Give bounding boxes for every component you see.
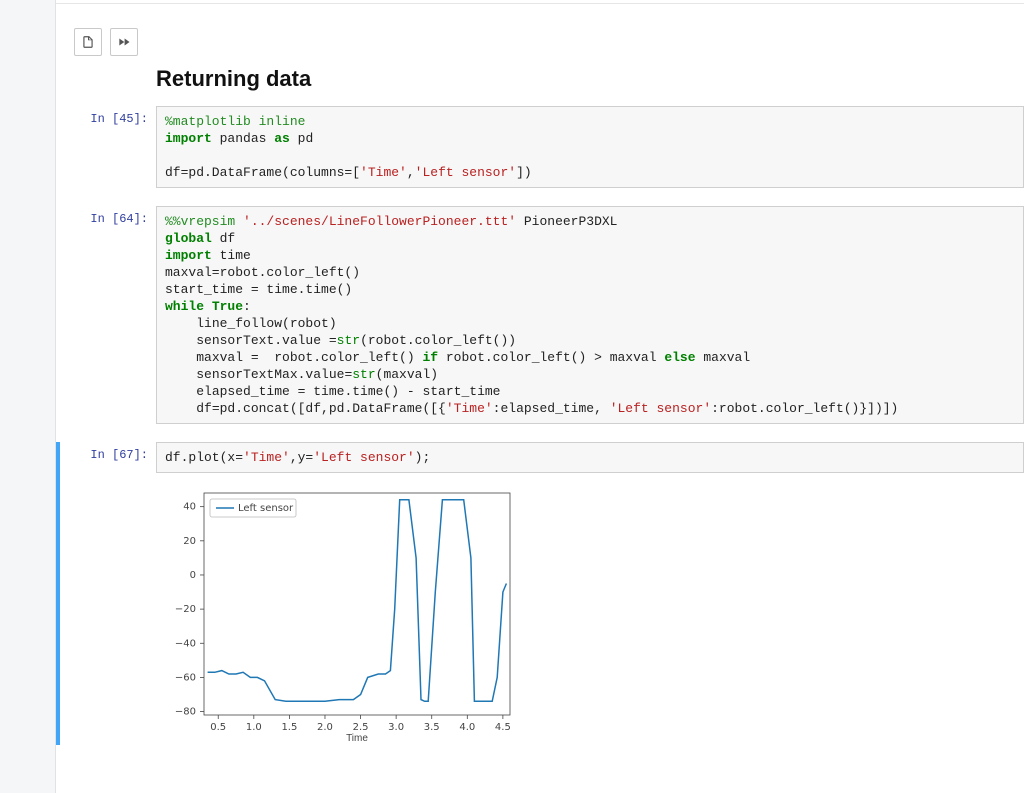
- insert-cell-button[interactable]: [74, 28, 102, 56]
- svg-text:−20: −20: [175, 604, 196, 615]
- document-icon: [81, 35, 95, 49]
- svg-text:4.5: 4.5: [495, 722, 511, 733]
- input-prompt: In [64]:: [64, 206, 156, 226]
- code-lines[interactable]: %matplotlib inline import pandas as pd d…: [165, 113, 1015, 181]
- code-cell-45[interactable]: In [45]: %matplotlib inline import panda…: [56, 106, 1024, 188]
- code-cell-64[interactable]: In [64]: %%vrepsim '../scenes/LineFollow…: [56, 206, 1024, 424]
- code-input-area[interactable]: %matplotlib inline import pandas as pd d…: [156, 106, 1024, 188]
- svg-text:1.5: 1.5: [281, 722, 297, 733]
- svg-text:0: 0: [190, 570, 196, 581]
- output-area: −80 −60 −40 −20 0 20 40 0.5 1.0 1.5 2.0 2.5 3.0 3.5 4.…: [156, 473, 1024, 745]
- input-area-wrap: %matplotlib inline import pandas as pd d…: [156, 106, 1024, 188]
- left-gutter: [0, 0, 56, 793]
- code-lines[interactable]: %%vrepsim '../scenes/LineFollowerPioneer…: [165, 213, 1015, 417]
- fast-forward-icon: [117, 35, 131, 49]
- svg-text:2.5: 2.5: [353, 722, 369, 733]
- input-area-wrap: df.plot(x='Time',y='Left sensor'); −80 −6…: [156, 442, 1024, 745]
- svg-text:4.0: 4.0: [459, 722, 475, 733]
- notebook-body: Returning data In [45]: %matplotlib inli…: [56, 66, 1024, 793]
- jupyter-notebook-view: Returning data In [45]: %matplotlib inli…: [0, 0, 1024, 793]
- run-all-button[interactable]: [110, 28, 138, 56]
- input-prompt: In [67]:: [64, 442, 156, 462]
- svg-text:Left sensor: Left sensor: [238, 503, 294, 514]
- svg-text:3.5: 3.5: [424, 722, 440, 733]
- code-lines[interactable]: df.plot(x='Time',y='Left sensor');: [165, 449, 1015, 466]
- svg-text:−80: −80: [175, 707, 196, 718]
- svg-text:Time: Time: [346, 733, 368, 744]
- svg-text:−40: −40: [175, 638, 196, 649]
- svg-text:−60: −60: [175, 672, 196, 683]
- line-chart-svg: −80 −60 −40 −20 0 20 40 0.5 1.0 1.5 2.0 2.5 3.0 3.5 4.…: [156, 483, 526, 745]
- svg-text:3.0: 3.0: [388, 722, 404, 733]
- svg-text:40: 40: [183, 502, 196, 513]
- code-input-area[interactable]: %%vrepsim '../scenes/LineFollowerPioneer…: [156, 206, 1024, 424]
- code-cell-67[interactable]: In [67]: df.plot(x='Time',y='Left sensor…: [56, 442, 1024, 745]
- plot-output: −80 −60 −40 −20 0 20 40 0.5 1.0 1.5 2.0 2.5 3.0 3.5 4.…: [156, 483, 526, 745]
- markdown-heading[interactable]: Returning data: [156, 66, 1024, 92]
- svg-text:2.0: 2.0: [317, 722, 333, 733]
- input-area-wrap: %%vrepsim '../scenes/LineFollowerPioneer…: [156, 206, 1024, 424]
- input-prompt: In [45]:: [64, 106, 156, 126]
- top-hairline: [56, 0, 1024, 4]
- code-input-area[interactable]: df.plot(x='Time',y='Left sensor');: [156, 442, 1024, 473]
- svg-text:20: 20: [183, 536, 196, 547]
- svg-text:0.5: 0.5: [210, 722, 226, 733]
- cell-toolbar: [56, 18, 1024, 66]
- svg-text:1.0: 1.0: [246, 722, 262, 733]
